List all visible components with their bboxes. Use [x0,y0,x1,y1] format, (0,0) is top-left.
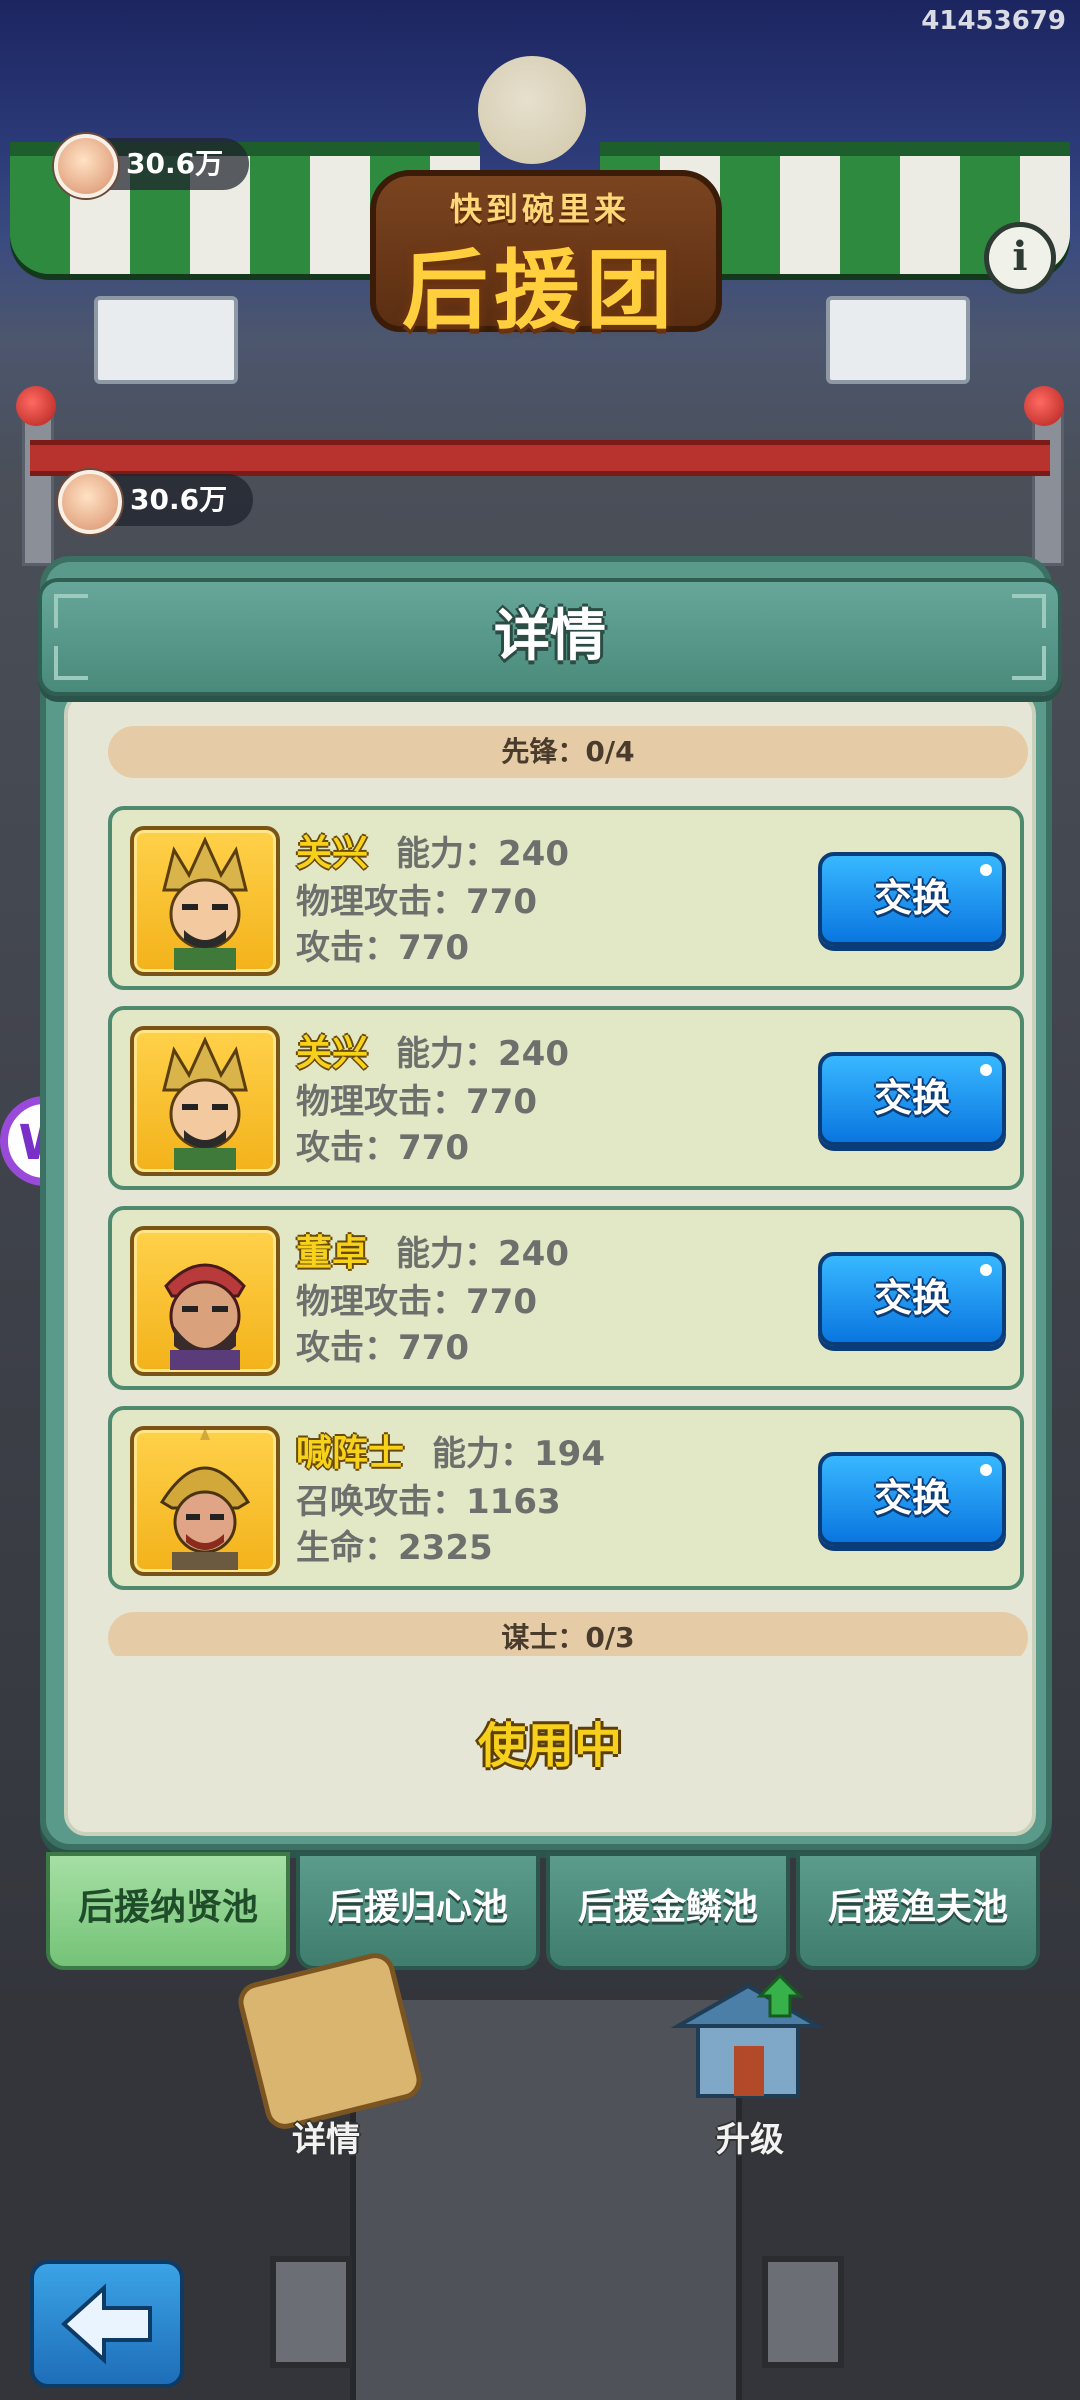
modal-title: 详情 [494,604,606,669]
lantern-right-icon [762,2256,844,2368]
section-header-vanguard: 先锋：0/4 [108,726,1028,778]
details-modal: 先锋：0/4 关兴 能力：240 物理攻击：770 攻击：770 交换 关兴 能… [38,556,1062,1850]
hero-stat-2: 攻击：770 [296,1128,469,1168]
railing-right [826,296,970,384]
swap-button[interactable]: 交换 [818,852,1006,946]
info-button[interactable]: i [984,222,1056,294]
hero-name: 董卓 [296,1233,369,1274]
coin-counter-second: 30.6万 [58,470,254,534]
hero-card: 关兴 能力：240 物理攻击：770 攻击：770 交换 [108,806,1024,990]
hero-name: 喊阵士 [296,1433,405,1474]
logo-title: 后援团 [402,241,678,341]
lantern-left-icon [270,2256,352,2368]
hero-name: 关兴 [296,833,369,874]
upgrade-label[interactable]: 升级 [716,2112,784,2161]
hero-ability: 能力：240 [396,834,569,874]
hero-card: 喊阵士 能力：194 召唤攻击：1163 生命：2325 交换 [108,1406,1024,1590]
post-right [1032,410,1064,566]
tab-pool-1[interactable]: 后援纳贤池 [46,1852,290,1970]
hero-stat-2: 生命：2325 [296,1528,493,1568]
hero-avatar-guanxing [130,826,280,976]
info-icon: i [1012,233,1028,280]
red-beam [30,440,1050,476]
coin-amount-top: 30.6万 [126,147,224,180]
event-logo: 快到碗里来 后援团 [330,150,750,350]
back-arrow-icon [61,2283,152,2365]
swap-button[interactable]: 交换 [818,1052,1006,1146]
modal-header: 详情 [38,578,1062,696]
hero-list[interactable]: 先锋：0/4 关兴 能力：240 物理攻击：770 攻击：770 交换 关兴 能… [108,726,1028,1656]
coin-icon [58,470,122,534]
hero-ability: 能力：240 [396,1034,569,1074]
tab-pool-3[interactable]: 后援金鳞池 [546,1852,790,1970]
tab-pool-2[interactable]: 后援归心池 [296,1852,540,1970]
hero-avatar-hanzhenshi [130,1426,280,1576]
lamp-left-icon [16,386,56,426]
coin-counter-top: 30.6万 [54,134,250,198]
hero-avatar-guanxing [130,1026,280,1176]
section-header-strategist: 谋士：0/3 [108,1612,1028,1656]
lamp-right-icon [1024,386,1064,426]
hero-portrait-icon [162,1036,248,1170]
user-id: 41453679 [921,6,1066,36]
back-button[interactable] [30,2260,184,2388]
tab-pool-4[interactable]: 后援渔夫池 [796,1852,1040,1970]
hero-portrait-icon [164,1263,246,1370]
hero-card: 关兴 能力：240 物理攻击：770 攻击：770 交换 [108,1006,1024,1190]
status-in-use: 使用中 [477,1718,622,1774]
moon-decoration [478,56,586,164]
hero-stat-1: 物理攻击：770 [296,1282,537,1322]
post-left [22,410,54,566]
modal-body: 先锋：0/4 关兴 能力：240 物理攻击：770 攻击：770 交换 关兴 能… [64,692,1036,1836]
hero-name: 关兴 [296,1033,369,1074]
swap-button[interactable]: 交换 [818,1452,1006,1546]
railing-left [94,296,238,384]
hero-stat-1: 物理攻击：770 [296,1082,537,1122]
swap-button[interactable]: 交换 [818,1252,1006,1346]
shrine-upgrade-icon[interactable] [668,1966,828,2116]
hero-ability: 能力：240 [396,1234,569,1274]
hero-stat-1: 召唤攻击：1163 [296,1482,561,1522]
hero-card: 董卓 能力：240 物理攻击：770 攻击：770 交换 [108,1206,1024,1390]
hero-ability: 能力：194 [432,1434,605,1474]
hero-portrait-icon [162,836,248,970]
hero-avatar-dongzhuo [130,1226,280,1376]
hero-stat-1: 物理攻击：770 [296,882,537,922]
coin-icon [54,134,118,198]
coin-amount-second: 30.6万 [130,483,228,516]
hero-portrait-icon [159,1428,251,1570]
hero-stat-2: 攻击：770 [296,928,469,968]
hero-stat-2: 攻击：770 [296,1328,469,1368]
details-label[interactable]: 详情 [292,2112,360,2161]
